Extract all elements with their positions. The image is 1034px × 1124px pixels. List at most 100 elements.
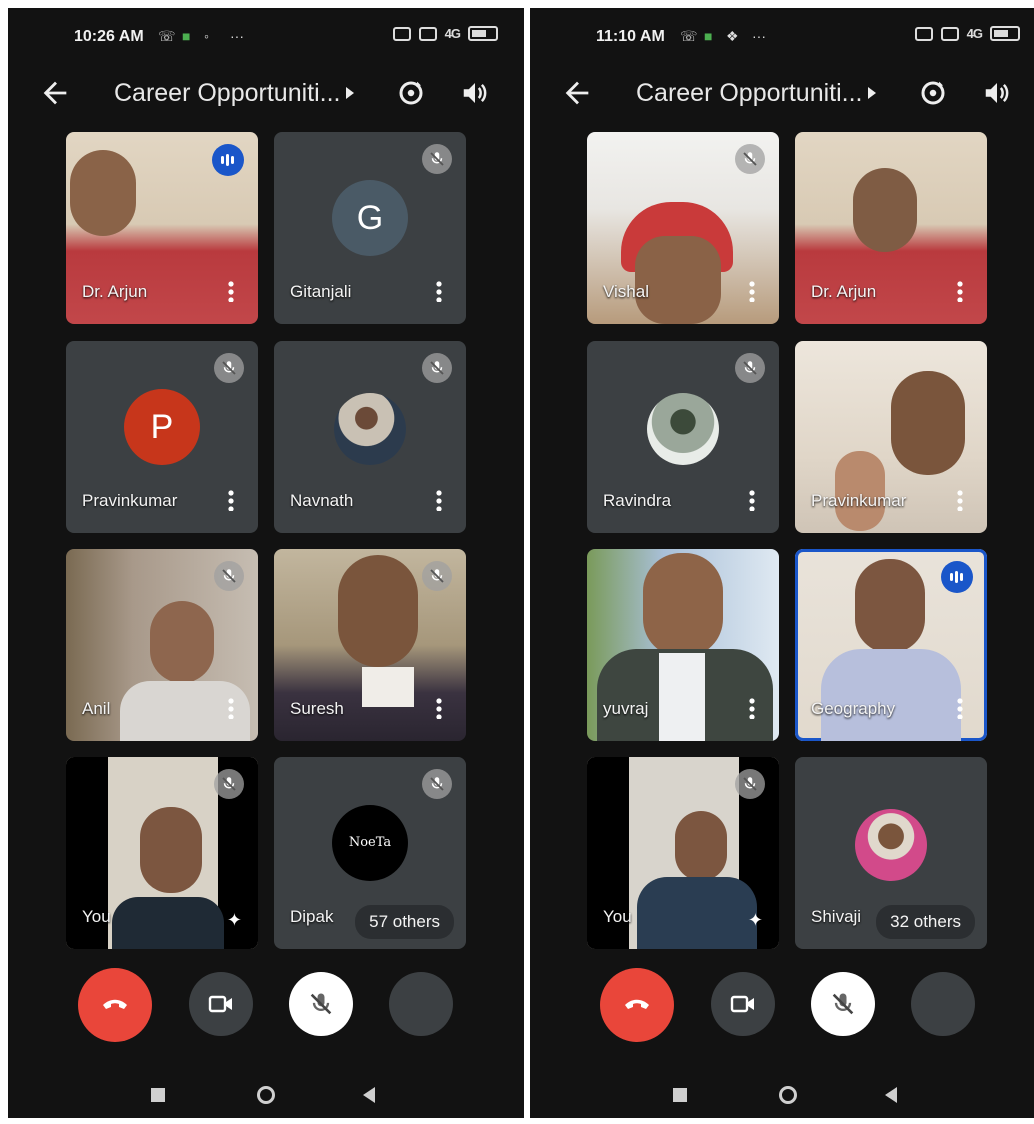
more-vert-icon[interactable] [957,697,963,719]
mic-off-icon [832,993,854,1015]
participant-shirt [659,653,705,741]
signal-icon: 4G [966,26,983,41]
more-vert-icon[interactable] [436,489,442,511]
more-vert-icon[interactable] [749,280,755,302]
switch-camera-icon[interactable] [918,78,948,108]
participant-name: You [603,907,632,926]
speaker-icon[interactable] [982,78,1012,108]
end-call-button[interactable] [78,968,152,1042]
more-vert-icon[interactable] [957,280,963,302]
video-camera-icon [208,995,232,1013]
app-icon: ■ [182,28,191,44]
participant-face [150,601,214,683]
more-vert-icon[interactable] [436,280,442,302]
more-vert-icon[interactable] [228,489,234,511]
camera-toggle-button[interactable] [711,972,775,1036]
meeting-title[interactable]: Career Opportuniti... [114,79,341,108]
back-nav-button[interactable] [885,1087,897,1103]
speaker-icon[interactable] [460,78,490,108]
more-notifications-icon: ··· [230,28,244,44]
participant-name: Dr. Arjun [811,282,877,301]
more-vert-icon[interactable] [228,280,234,302]
participant-tile[interactable]: Ravindra [587,341,779,533]
participant-tile[interactable]: Pravinkumar [795,341,987,533]
self-view-tile[interactable]: You ✦ [587,757,779,949]
participant-tile[interactable]: Dr. Arjun [795,132,987,324]
alarm-icon [914,26,933,41]
microphone-toggle-button[interactable] [289,972,353,1036]
recording-icon: ◦ [204,28,209,44]
participant-name: Anil [82,699,111,718]
camera-toggle-button[interactable] [189,972,253,1036]
effects-sparkle-icon[interactable]: ✦ [748,910,763,931]
participant-face [855,559,925,653]
participant-face [338,555,418,667]
participant-avatar [647,393,719,465]
speaking-indicator-icon [212,144,244,176]
participant-tile[interactable]: Vishal [587,132,779,324]
switch-camera-icon[interactable] [396,78,426,108]
participant-face [70,150,136,236]
recent-apps-button[interactable] [673,1088,687,1102]
call-header: Career Opportuniti... [530,66,1034,128]
participant-tile[interactable]: Dr. Arjun [66,132,258,324]
participant-avatar: G [332,180,408,256]
mic-off-icon [735,144,765,174]
participant-name: Pravinkumar [82,491,178,510]
mic-off-icon [422,769,452,799]
more-vert-icon[interactable] [749,489,755,511]
chevron-right-icon[interactable] [868,87,876,99]
meeting-title[interactable]: Career Opportuniti... [636,79,863,108]
hang-up-icon [103,999,127,1009]
self-view-tile[interactable]: You ✦ [66,757,258,949]
more-vert-icon[interactable] [957,489,963,511]
participant-body [112,897,224,949]
video-camera-icon [730,995,754,1013]
participant-face [643,553,723,657]
participant-tile[interactable]: NoeTa Dipak 57 others [274,757,466,949]
mic-off-icon [214,561,244,591]
participant-tile[interactable]: Navnath [274,341,466,533]
participant-tile[interactable]: Suresh [274,549,466,741]
participant-tile[interactable]: G Gitanjali [274,132,466,324]
mic-off-icon [735,353,765,383]
grid-icon: ❖ [726,28,739,44]
participant-face [891,371,965,475]
mic-off-icon [214,769,244,799]
effects-sparkle-icon[interactable]: ✦ [227,910,242,931]
whatsapp-icon: ☏ [680,28,698,44]
back-arrow-icon[interactable] [38,76,72,110]
microphone-toggle-button[interactable] [811,972,875,1036]
participant-body [637,877,757,949]
battery-icon [468,26,498,41]
participant-name: Dr. Arjun [82,282,148,301]
meet-screen-2: 11:10 AM ☏ ■ ❖ ··· 4G Career Opportuniti… [530,8,1034,1118]
vibrate-icon [418,26,437,41]
call-header: Career Opportuniti... [8,66,524,128]
back-arrow-icon[interactable] [560,76,594,110]
app-icon: ■ [704,28,713,44]
more-vert-icon[interactable] [436,697,442,719]
participant-avatar: P [124,389,200,465]
participant-tile[interactable]: Shivaji 32 others [795,757,987,949]
participant-tile-active-speaker[interactable]: Geography [795,549,987,741]
recent-apps-button[interactable] [151,1088,165,1102]
more-options-button[interactable] [911,972,975,1036]
others-count-chip[interactable]: 32 others [876,905,975,939]
back-nav-button[interactable] [363,1087,375,1103]
participant-tile[interactable]: yuvraj [587,549,779,741]
others-count-chip[interactable]: 57 others [355,905,454,939]
clock: 10:26 AM [74,28,144,45]
home-button[interactable] [257,1086,275,1104]
participant-tile[interactable]: P Pravinkumar [66,341,258,533]
mic-off-icon [214,353,244,383]
participant-face [853,168,917,252]
participant-face [635,236,721,324]
end-call-button[interactable] [600,968,674,1042]
more-vert-icon[interactable] [228,697,234,719]
chevron-right-icon[interactable] [346,87,354,99]
home-button[interactable] [779,1086,797,1104]
more-vert-icon[interactable] [749,697,755,719]
more-options-button[interactable] [389,972,453,1036]
participant-tile[interactable]: Anil [66,549,258,741]
